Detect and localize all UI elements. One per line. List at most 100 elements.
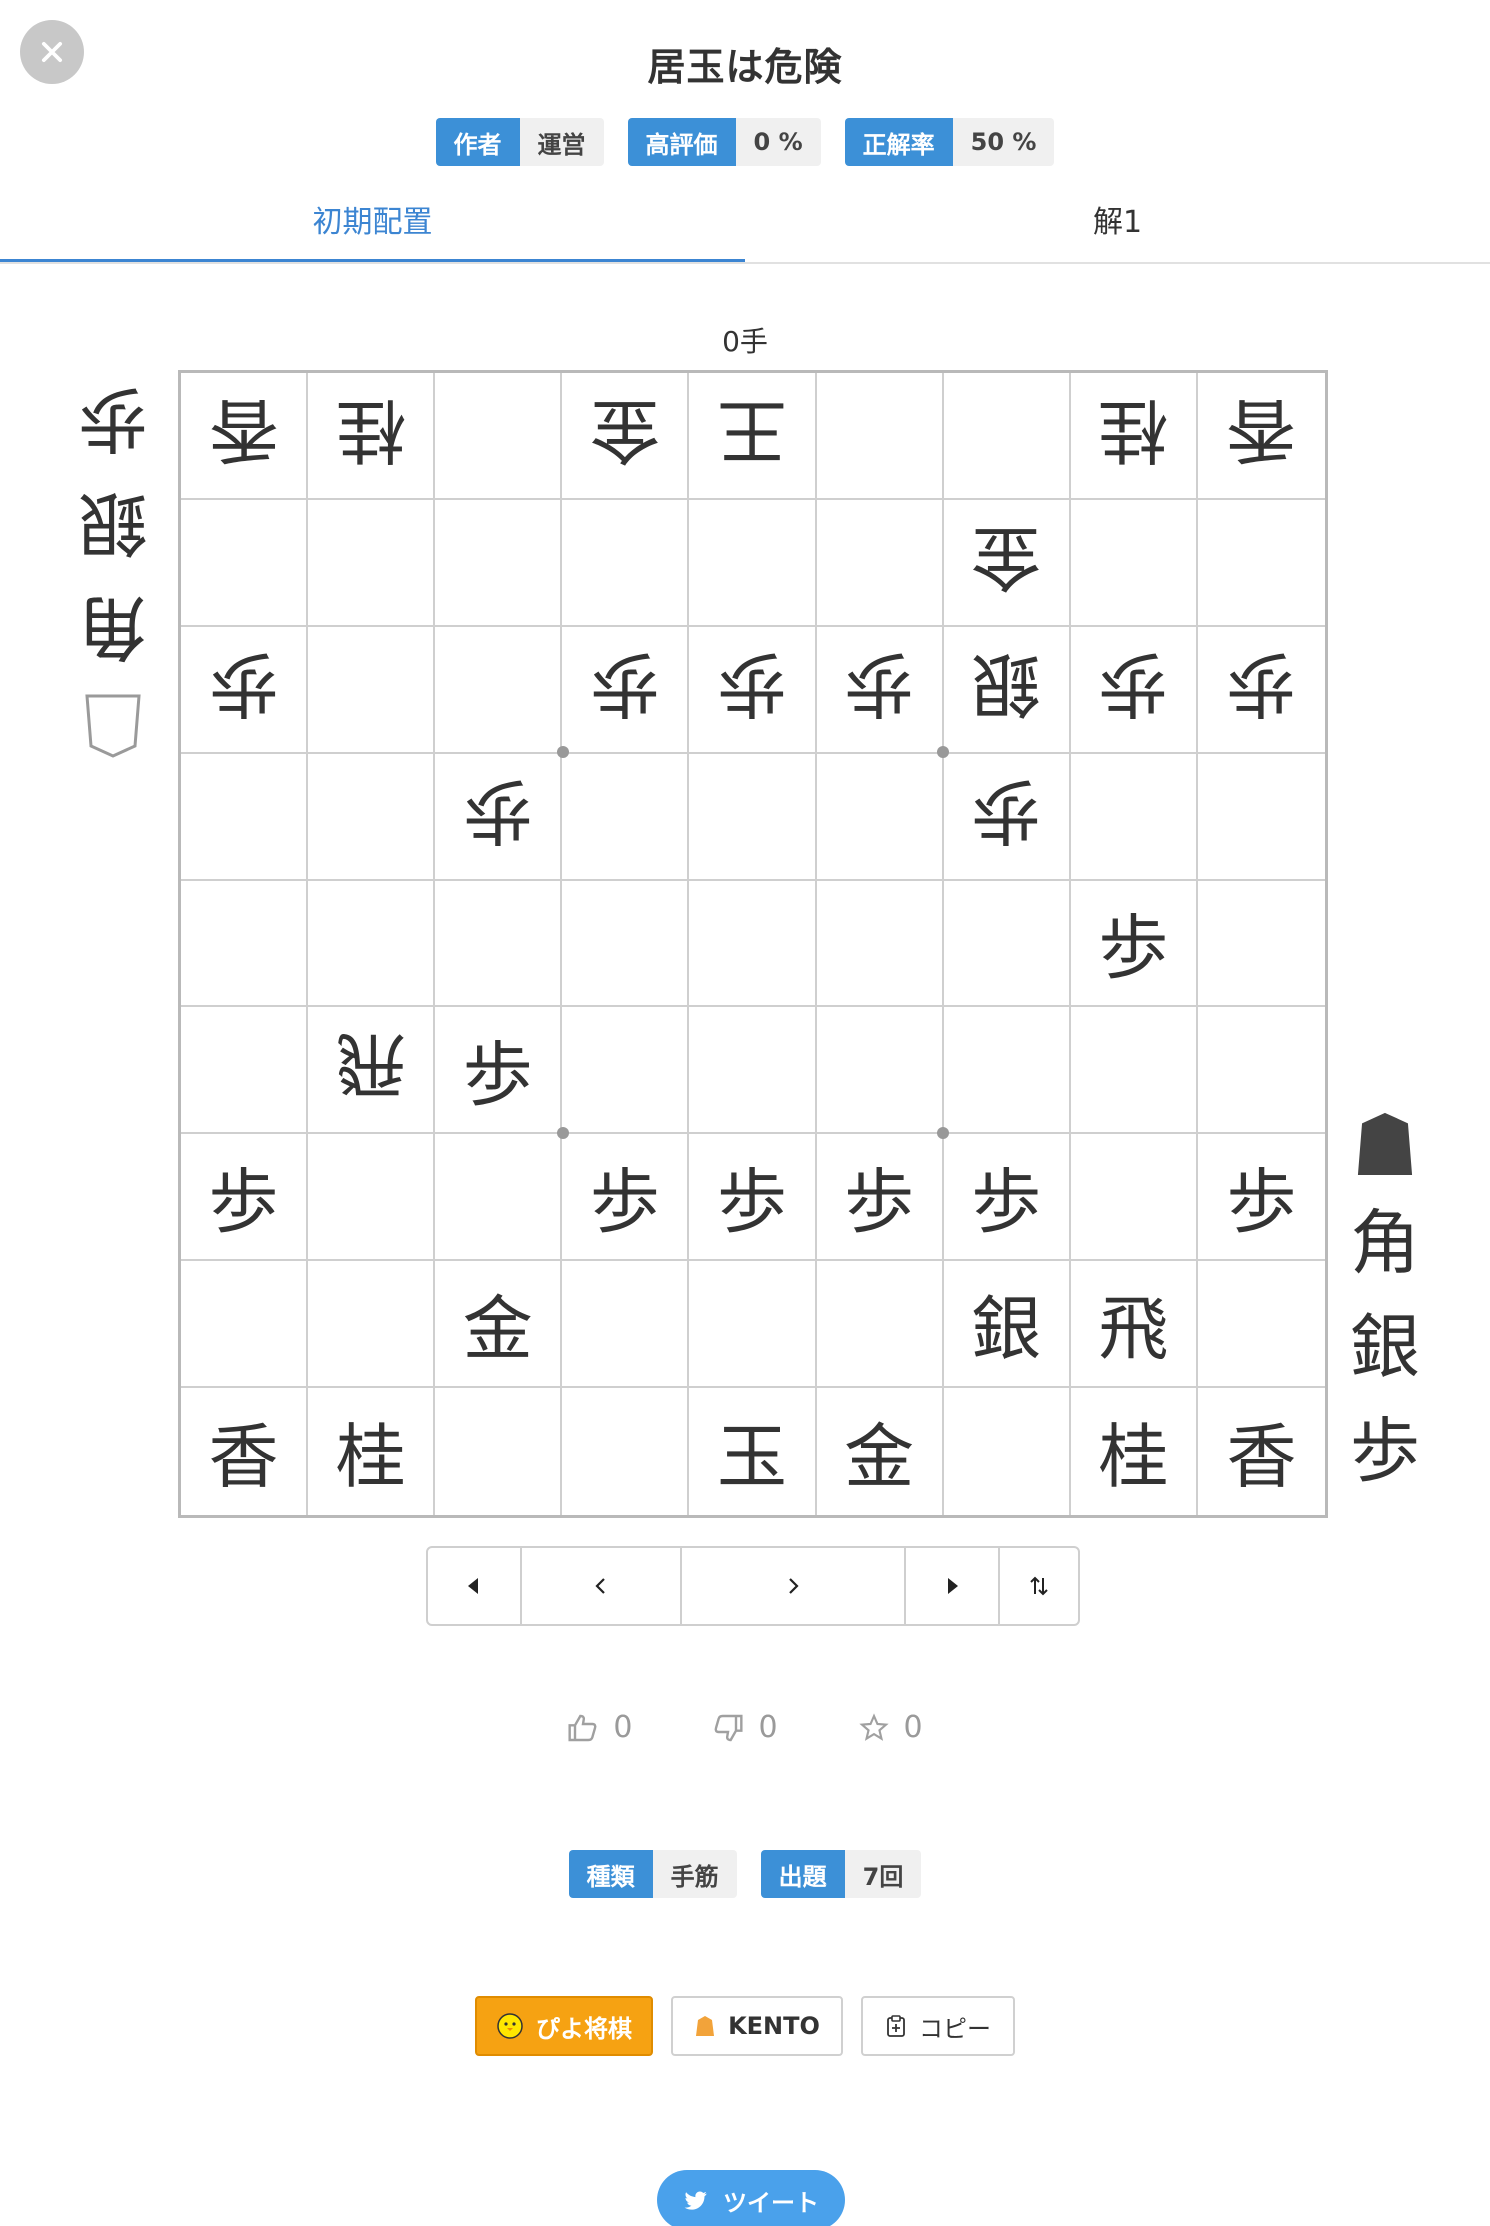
board-square[interactable] <box>181 753 309 881</box>
board-square[interactable] <box>689 880 817 1008</box>
board-square[interactable] <box>943 1007 1071 1135</box>
board-square[interactable]: 金 <box>435 1261 563 1389</box>
board-square[interactable] <box>181 880 309 1008</box>
tab-initial-position[interactable]: 初期配置 <box>0 190 745 262</box>
board-square[interactable]: 歩 <box>689 1134 817 1262</box>
board-square[interactable] <box>562 880 690 1008</box>
kento-button[interactable]: KENTO <box>671 1996 843 2056</box>
board-square[interactable] <box>689 1261 817 1389</box>
gote-hand-piece[interactable]: 角 <box>78 586 148 668</box>
board-square[interactable]: 玉 <box>689 1388 817 1515</box>
board-square[interactable]: 歩 <box>1070 626 1198 754</box>
board-square[interactable] <box>689 1007 817 1135</box>
board-square[interactable]: 桂 <box>1070 373 1198 500</box>
board-square[interactable] <box>308 499 436 627</box>
board-square[interactable] <box>562 1007 690 1135</box>
board-square[interactable] <box>181 1261 309 1389</box>
board-square[interactable]: 金 <box>943 499 1071 627</box>
sente-hand-piece[interactable]: 角 <box>1350 1204 1420 1282</box>
board-square[interactable]: 金 <box>562 373 690 500</box>
board-square[interactable] <box>689 753 817 881</box>
board-square[interactable]: 飛 <box>308 1007 436 1135</box>
copy-button[interactable]: コピー <box>861 1996 1015 2056</box>
board-square[interactable]: 銀 <box>943 1261 1071 1389</box>
board-square[interactable] <box>435 880 563 1008</box>
board-square[interactable]: 香 <box>181 373 309 500</box>
board-square[interactable] <box>1197 1261 1325 1389</box>
board-square[interactable] <box>1070 499 1198 627</box>
board-square[interactable] <box>689 499 817 627</box>
board-square[interactable] <box>435 626 563 754</box>
dislike-button[interactable]: 0 <box>712 1710 778 1745</box>
last-move-button[interactable] <box>906 1548 1000 1624</box>
board-square[interactable]: 歩 <box>562 1134 690 1262</box>
board-square[interactable] <box>308 880 436 1008</box>
board-square[interactable] <box>944 1388 1071 1515</box>
board-square[interactable] <box>181 499 309 627</box>
like-button[interactable]: 0 <box>567 1710 632 1745</box>
board-square[interactable]: 歩 <box>1197 627 1325 754</box>
board-square[interactable]: 桂 <box>1071 1388 1198 1515</box>
flip-board-button[interactable] <box>1000 1548 1078 1624</box>
board-square[interactable] <box>308 1261 436 1389</box>
board-square[interactable]: 銀 <box>943 626 1071 754</box>
gote-hand-piece[interactable]: 歩 <box>78 378 148 460</box>
sente-hand-piece[interactable]: 歩 <box>1350 1412 1420 1490</box>
board-square[interactable] <box>562 499 690 627</box>
board-square[interactable] <box>435 1134 563 1262</box>
board-square[interactable]: 金 <box>817 1388 944 1515</box>
board-square[interactable] <box>435 1388 563 1515</box>
sente-hand-piece[interactable]: 銀 <box>1350 1308 1420 1386</box>
board-square[interactable]: 歩 <box>943 1134 1071 1262</box>
board-square[interactable]: 歩 <box>1070 880 1198 1008</box>
board-square[interactable]: 香 <box>181 1388 309 1515</box>
board-square[interactable] <box>1070 1007 1198 1135</box>
board-square[interactable]: 香 <box>1197 373 1325 500</box>
board-square[interactable] <box>1197 1007 1325 1135</box>
board-square[interactable] <box>562 1261 690 1389</box>
board-square[interactable]: 歩 <box>181 1134 309 1262</box>
board-square[interactable] <box>308 626 436 754</box>
board-square[interactable]: 歩 <box>435 1007 563 1135</box>
board-square[interactable] <box>562 1388 690 1515</box>
board-square[interactable]: 歩 <box>435 753 563 881</box>
board-square[interactable] <box>943 880 1071 1008</box>
board-square[interactable]: 歩 <box>181 626 309 754</box>
board-square[interactable] <box>308 753 436 881</box>
board-square[interactable]: 歩 <box>1197 1134 1325 1262</box>
board-square[interactable] <box>816 880 944 1008</box>
board-square[interactable] <box>816 1007 944 1135</box>
first-move-button[interactable] <box>428 1548 522 1624</box>
board-square[interactable]: 桂 <box>308 373 436 500</box>
favorite-button[interactable]: 0 <box>858 1710 923 1745</box>
board-square[interactable] <box>435 373 563 500</box>
board-square[interactable]: 王 <box>689 373 817 500</box>
board-square[interactable]: 飛 <box>1070 1261 1198 1389</box>
board-square[interactable]: 桂 <box>308 1388 436 1515</box>
board-square[interactable]: 歩 <box>689 626 817 754</box>
tab-solution-1[interactable]: 解1 <box>745 190 1490 262</box>
board-square[interactable]: 香 <box>1198 1388 1325 1515</box>
board-square[interactable] <box>181 1007 309 1135</box>
board-square[interactable] <box>308 1134 436 1262</box>
board-square[interactable]: 歩 <box>816 1134 944 1262</box>
board-square[interactable] <box>816 373 944 500</box>
board-square[interactable] <box>435 499 563 627</box>
prev-move-button[interactable] <box>522 1548 682 1624</box>
board-square[interactable]: 歩 <box>816 626 944 754</box>
board-square[interactable] <box>1070 1134 1198 1262</box>
board-square[interactable]: 歩 <box>943 753 1071 881</box>
board-square[interactable] <box>1197 754 1325 881</box>
board-square[interactable] <box>816 1261 944 1389</box>
board-square[interactable] <box>1197 500 1325 627</box>
board-square[interactable] <box>562 753 690 881</box>
board-square[interactable] <box>816 753 944 881</box>
board-square[interactable]: 歩 <box>562 626 690 754</box>
board-square[interactable] <box>1070 753 1198 881</box>
tweet-button[interactable]: ツイート <box>657 2170 845 2226</box>
board-square[interactable] <box>1197 881 1325 1008</box>
next-move-button[interactable] <box>682 1548 906 1624</box>
piyo-shogi-button[interactable]: ぴよ将棋 <box>475 1996 653 2056</box>
gote-hand-piece[interactable]: 銀 <box>78 482 148 564</box>
board-square[interactable] <box>816 499 944 627</box>
